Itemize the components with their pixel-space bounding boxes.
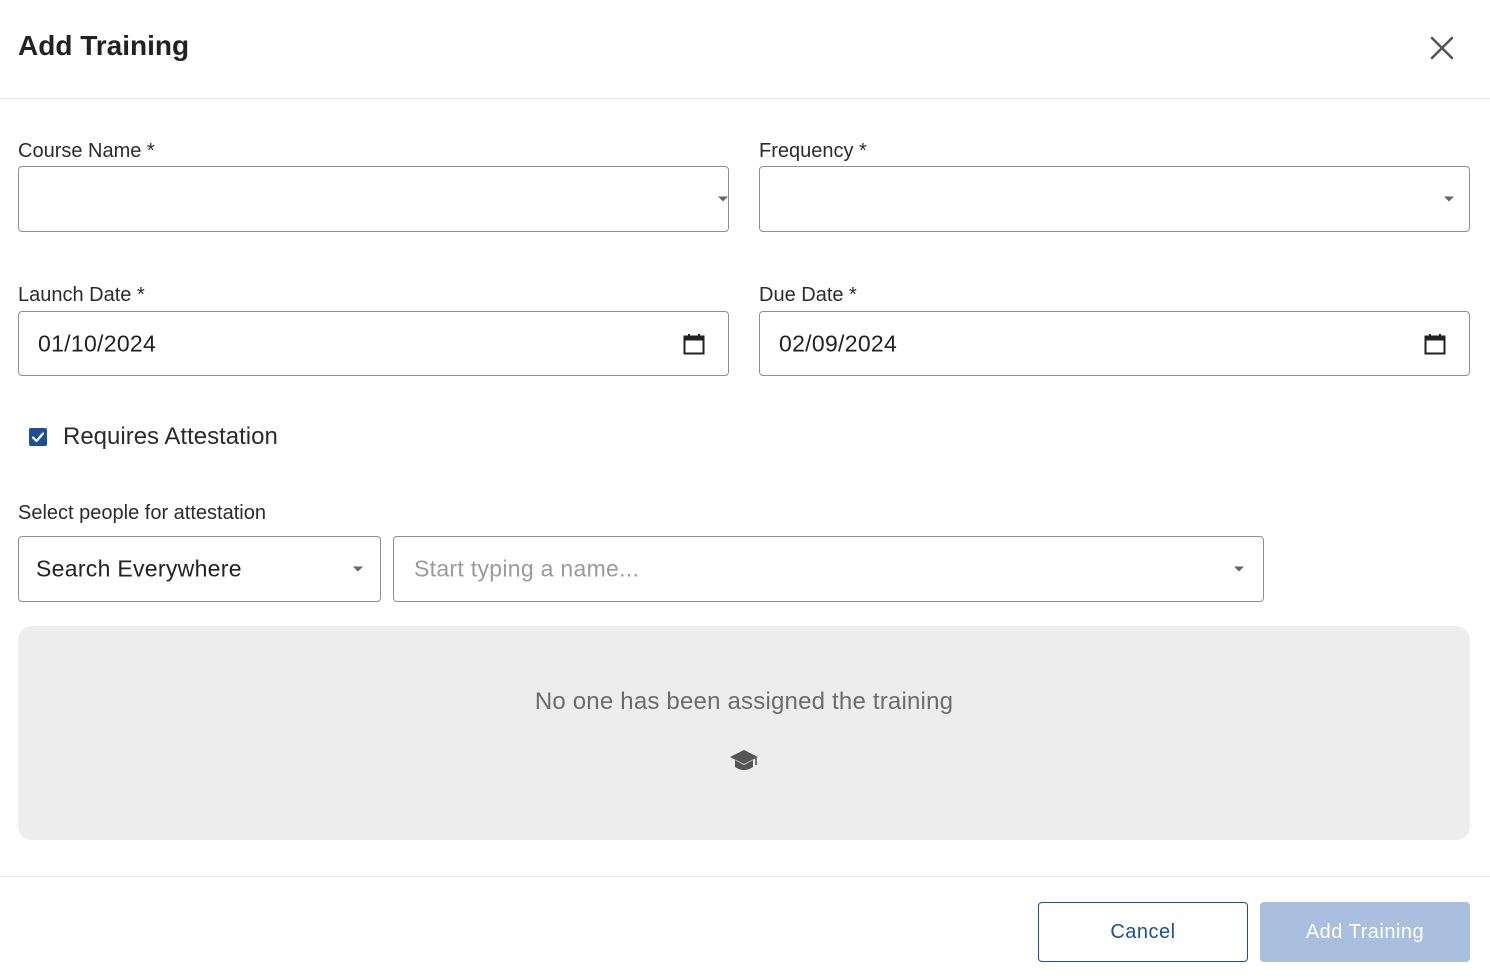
person-search-placeholder: Start typing a name... <box>414 555 640 582</box>
frequency-select[interactable] <box>759 166 1470 232</box>
course-name-select[interactable] <box>18 166 729 232</box>
due-date-label: Due Date * <box>759 284 857 306</box>
calendar-icon[interactable] <box>1424 333 1446 355</box>
close-icon <box>1430 36 1454 60</box>
launch-date-label: Launch Date * <box>18 284 145 306</box>
chevron-down-icon <box>1444 196 1454 202</box>
cancel-button[interactable]: Cancel <box>1038 902 1248 962</box>
select-people-label: Select people for attestation <box>18 502 266 524</box>
course-name-label: Course Name * <box>18 140 155 162</box>
launch-date-value: 01/10/2024 <box>38 330 157 356</box>
dialog-header: Add Training <box>0 0 1490 99</box>
chevron-down-icon <box>1234 566 1244 572</box>
search-scope-value: Search Everywhere <box>36 555 242 582</box>
graduation-cap-icon <box>730 750 758 770</box>
search-scope-select[interactable]: Search Everywhere <box>18 536 381 602</box>
chevron-down-icon <box>353 566 363 572</box>
chevron-down-icon <box>718 196 728 202</box>
launch-date-input[interactable]: 01/10/2024 <box>18 311 729 376</box>
calendar-icon[interactable] <box>683 333 705 355</box>
add-training-button[interactable]: Add Training <box>1260 902 1470 962</box>
due-date-input[interactable]: 02/09/2024 <box>759 311 1470 376</box>
dialog-footer: Cancel Add Training <box>0 876 1490 978</box>
requires-attestation-label[interactable]: Requires Attestation <box>63 423 278 451</box>
due-date-value: 02/09/2024 <box>779 330 898 356</box>
requires-attestation-checkbox[interactable] <box>29 428 47 446</box>
assignees-empty-state: No one has been assigned the training <box>18 626 1470 840</box>
person-search-combobox[interactable]: Start typing a name... <box>393 536 1264 602</box>
checkmark-icon <box>31 432 45 443</box>
add-training-dialog: Add Training Course Name * Frequency * L… <box>0 0 1490 978</box>
empty-state-message: No one has been assigned the training <box>534 688 954 715</box>
frequency-label: Frequency * <box>759 140 867 162</box>
close-button[interactable] <box>1422 28 1462 68</box>
dialog-title: Add Training <box>18 30 190 61</box>
